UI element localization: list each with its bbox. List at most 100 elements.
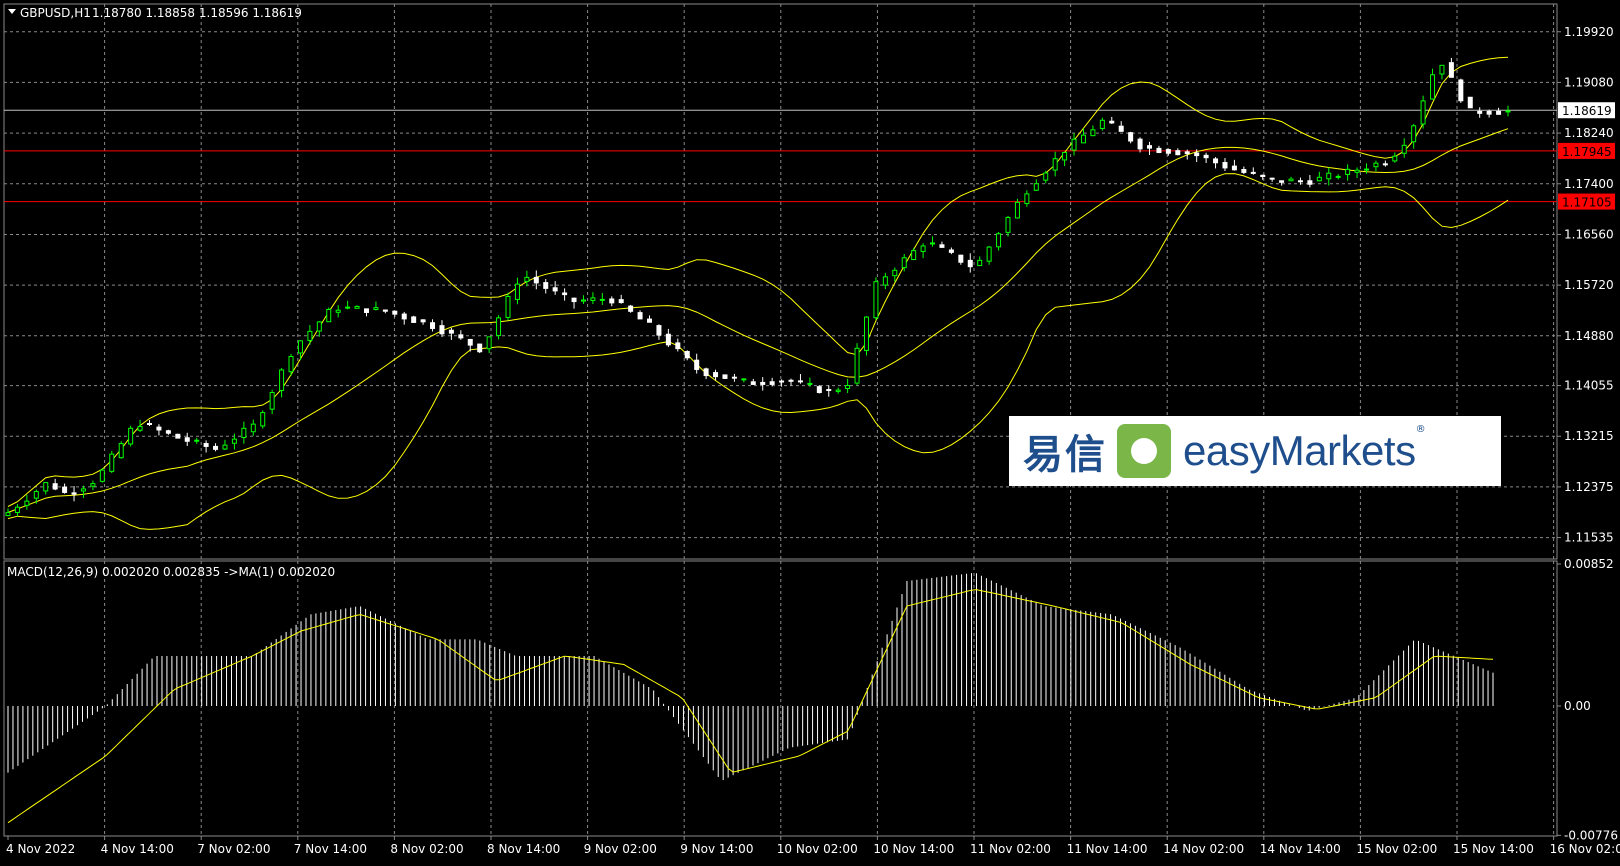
candle-body [656, 325, 662, 336]
candle-body [156, 426, 162, 431]
candle-body [1213, 158, 1219, 164]
candle-body [731, 376, 737, 379]
candle-body [14, 506, 20, 514]
candle-body [382, 309, 388, 312]
candle-body [779, 380, 785, 383]
candle-body [1448, 62, 1454, 78]
candle-body [628, 305, 634, 312]
time-axis-label: 8 Nov 14:00 [487, 842, 560, 856]
candle-body [1014, 201, 1020, 219]
candle-body [1175, 150, 1181, 156]
candle-body [99, 469, 105, 482]
candle-body [1345, 168, 1351, 175]
candle-body [1279, 180, 1285, 183]
candle-body [165, 430, 171, 434]
price-axis-label: 1.19080 [1564, 75, 1614, 89]
candle-body [260, 412, 266, 427]
candle-body [1260, 174, 1266, 178]
candle-body [1024, 193, 1030, 205]
candle-body [675, 342, 681, 350]
candle-body [1109, 120, 1115, 124]
candle-body [911, 250, 917, 261]
macd-axis-label: 0.00 [1564, 699, 1591, 713]
candle-body [665, 333, 671, 346]
candle-body [703, 368, 709, 377]
candle-body [1033, 183, 1039, 191]
candle-body [80, 488, 86, 492]
time-axis-label: 4 Nov 14:00 [101, 842, 174, 856]
logo-mark-icon [1117, 424, 1171, 478]
candle-body [694, 359, 700, 370]
macd-header: MACD(12,26,9) 0.002020 0.002835 ->MA(1) … [7, 565, 335, 579]
time-axis-label: 8 Nov 02:00 [390, 842, 463, 856]
candle-body [835, 389, 841, 392]
time-axis-label: 14 Nov 02:00 [1163, 842, 1244, 856]
price-axis-label: 1.19920 [1564, 25, 1614, 39]
candle-body [1222, 162, 1228, 169]
candle-body [854, 347, 860, 384]
time-axis-label: 7 Nov 02:00 [197, 842, 270, 856]
candle-body [967, 259, 973, 268]
candle-body [524, 276, 530, 282]
candle-body [930, 242, 936, 245]
candle-body [307, 330, 313, 341]
time-axis-label: 16 Nov 02:00 [1550, 842, 1620, 856]
candle-body [203, 443, 209, 447]
candle-body [147, 423, 153, 426]
candle-body [71, 492, 77, 495]
candle-body [552, 287, 558, 292]
candle-body [401, 313, 407, 320]
candle-body [996, 233, 1002, 248]
macd-axis-label: -0.00776 [1564, 828, 1618, 842]
symbol-info: GBPUSD,H1 [20, 6, 91, 20]
candle-body [1411, 125, 1417, 143]
candle-body [477, 343, 483, 353]
candle-body [62, 486, 68, 493]
candle-body [1467, 96, 1473, 109]
candle-body [33, 491, 39, 499]
macd-axis-label: 0.00852 [1564, 557, 1614, 571]
candle-body [618, 299, 624, 304]
time-axis-label: 15 Nov 02:00 [1356, 842, 1437, 856]
logo-en-text: easyMarkets [1183, 427, 1416, 474]
candle-body [807, 382, 813, 385]
candle-body [43, 482, 49, 492]
candle-body [892, 269, 898, 277]
candle-body [1005, 216, 1011, 233]
price-marker-label: 1.17105 [1562, 196, 1612, 210]
candle-body [1269, 177, 1275, 180]
candle-body [1439, 64, 1445, 75]
candle-body [1477, 110, 1483, 114]
price-axis-label: 1.11535 [1564, 531, 1614, 545]
time-axis-label: 4 Nov 2022 [6, 842, 75, 856]
candle-body [1335, 175, 1341, 178]
candle-body [948, 249, 954, 253]
price-marker-label: 1.17945 [1562, 145, 1612, 159]
time-axis-label: 11 Nov 02:00 [970, 842, 1051, 856]
candle-body [354, 305, 360, 309]
candle-body [448, 329, 454, 334]
candle-body [213, 445, 219, 450]
candle-body [1203, 154, 1209, 159]
candle-body [486, 336, 492, 350]
candle-body [297, 340, 303, 354]
candle-body [345, 306, 351, 309]
candle-body [1458, 79, 1464, 102]
candle-body [590, 297, 596, 301]
macd-signal-line [7, 589, 1494, 824]
candle-body [901, 257, 907, 269]
candle-body [1496, 110, 1502, 115]
candle-body [1080, 134, 1086, 144]
candle-body [1354, 169, 1360, 173]
time-axis-label: 15 Nov 14:00 [1453, 842, 1534, 856]
candle-body [1231, 165, 1237, 171]
candle-body [1382, 163, 1388, 166]
candle-body [1147, 145, 1153, 149]
candle-body [288, 356, 294, 373]
candle-body [562, 292, 568, 296]
candle-body [279, 369, 285, 391]
candle-body [1184, 151, 1190, 155]
candle-body [1241, 169, 1247, 173]
candle-body [647, 318, 653, 323]
candle-body [1401, 144, 1407, 154]
